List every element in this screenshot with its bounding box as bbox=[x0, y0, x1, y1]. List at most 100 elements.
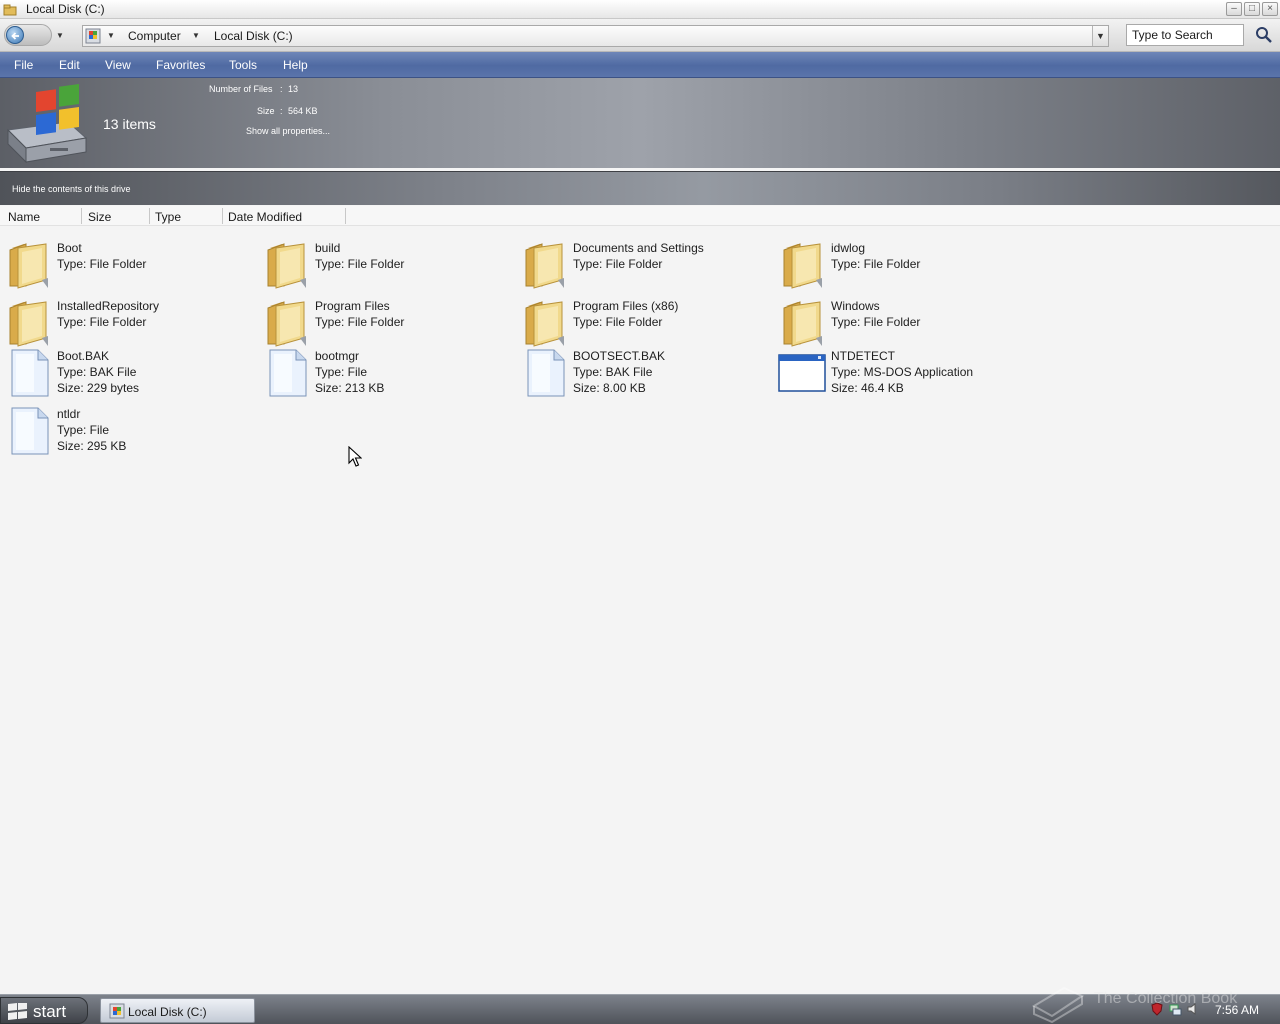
mouse-cursor-icon bbox=[348, 446, 362, 467]
column-name[interactable]: Name bbox=[8, 210, 40, 224]
taskbar-window-label: Local Disk (C:) bbox=[128, 1005, 207, 1019]
file-item[interactable]: ntldr Type: File Size: 295 KB bbox=[0, 406, 250, 462]
folder-icon bbox=[524, 240, 568, 290]
file-name: ntldr bbox=[57, 407, 81, 421]
file-item[interactable]: Program Files (x86) Type: File Folder bbox=[516, 298, 766, 354]
column-divider[interactable] bbox=[345, 208, 346, 224]
number-of-files-value: 13 bbox=[288, 84, 299, 94]
title-bar: Local Disk (C:) – □ × bbox=[0, 0, 1280, 19]
column-divider[interactable] bbox=[222, 208, 223, 224]
file-details: ntldr Type: File Size: 295 KB bbox=[57, 406, 126, 454]
file-type: Type: File Folder bbox=[315, 257, 405, 271]
menu-favorites[interactable]: Favorites bbox=[156, 58, 205, 72]
file-size: Size: 295 KB bbox=[57, 439, 127, 453]
location-dropdown-icon[interactable]: ▼ bbox=[107, 31, 115, 40]
column-type[interactable]: Type bbox=[155, 210, 181, 224]
file-item[interactable]: InstalledRepository Type: File Folder bbox=[0, 298, 250, 354]
menu-tools[interactable]: Tools bbox=[229, 58, 257, 72]
size-value: 564 KB bbox=[288, 106, 318, 116]
file-type: Type: File Folder bbox=[573, 257, 663, 271]
menu-view[interactable]: View bbox=[105, 58, 131, 72]
explorer-window-icon bbox=[3, 4, 17, 16]
menu-edit[interactable]: Edit bbox=[59, 58, 80, 72]
task-pane: Hide the contents of this drive bbox=[0, 171, 1280, 205]
close-button[interactable]: × bbox=[1262, 2, 1278, 16]
start-label: start bbox=[33, 1002, 67, 1021]
file-item[interactable]: Program Files Type: File Folder bbox=[258, 298, 508, 354]
file-type: Type: File Folder bbox=[57, 257, 147, 271]
drive-location-icon bbox=[85, 28, 101, 44]
recent-pages-dropdown-icon[interactable]: ▼ bbox=[56, 31, 64, 40]
file-item[interactable]: idwlog Type: File Folder bbox=[774, 240, 1024, 296]
windows-flag-icon bbox=[8, 1003, 27, 1020]
menu-bar: File Edit View Favorites Tools Help bbox=[0, 52, 1280, 78]
breadcrumb-local-disk[interactable]: Local Disk (C:) bbox=[214, 29, 293, 43]
file-details: Documents and Settings Type: File Folder bbox=[573, 240, 704, 272]
file-name: Documents and Settings bbox=[573, 241, 704, 255]
file-details: build Type: File Folder bbox=[315, 240, 404, 272]
file-size: Size: 213 KB bbox=[315, 381, 385, 395]
file-size: Size: 229 bytes bbox=[57, 381, 140, 395]
file-item[interactable]: Boot Type: File Folder bbox=[0, 240, 250, 296]
file-name: bootmgr bbox=[315, 349, 360, 363]
file-details: Boot Type: File Folder bbox=[57, 240, 146, 272]
folder-icon bbox=[266, 298, 310, 348]
file-item[interactable]: BOOTSECT.BAK Type: BAK File Size: 8.00 KB bbox=[516, 348, 766, 404]
taskbar-window-button[interactable]: Local Disk (C:) bbox=[100, 998, 255, 1023]
file-type: Type: BAK File bbox=[573, 365, 653, 379]
file-name: Program Files (x86) bbox=[573, 299, 679, 313]
column-divider[interactable] bbox=[149, 208, 150, 224]
file-item[interactable]: Windows Type: File Folder bbox=[774, 298, 1024, 354]
explorer-window-icon bbox=[109, 1003, 125, 1019]
file-icon bbox=[8, 406, 52, 456]
folder-icon bbox=[782, 298, 826, 348]
back-arrow-icon bbox=[6, 26, 24, 44]
file-details: InstalledRepository Type: File Folder bbox=[57, 298, 159, 330]
file-icon bbox=[8, 348, 52, 398]
file-item[interactable]: Boot.BAK Type: BAK File Size: 229 bytes bbox=[0, 348, 250, 404]
file-name: build bbox=[315, 241, 341, 255]
window-title: Local Disk (C:) bbox=[26, 2, 105, 16]
column-divider[interactable] bbox=[81, 208, 82, 224]
file-name: InstalledRepository bbox=[57, 299, 160, 313]
hide-contents-link[interactable]: Hide the contents of this drive bbox=[12, 184, 131, 194]
address-bar[interactable]: ▼ Computer ▼ Local Disk (C:) ▼ bbox=[82, 25, 1109, 47]
search-icon[interactable] bbox=[1254, 26, 1274, 44]
file-item[interactable]: Documents and Settings Type: File Folder bbox=[516, 240, 766, 296]
address-dropdown-button[interactable]: ▼ bbox=[1092, 26, 1108, 46]
file-details: NTDETECT Type: MS-DOS Application Size: 46… bbox=[831, 348, 973, 396]
file-details: Program Files Type: File Folder bbox=[315, 298, 404, 330]
file-type: Type: File Folder bbox=[57, 315, 147, 329]
file-name: NTDETECT bbox=[831, 349, 895, 363]
menu-help[interactable]: Help bbox=[283, 58, 308, 72]
file-name: Program Files bbox=[315, 299, 390, 313]
menu-file[interactable]: File bbox=[14, 58, 33, 72]
file-item[interactable]: build Type: File Folder bbox=[258, 240, 508, 296]
watermark-text: The Collection Book bbox=[1094, 990, 1238, 1007]
search-input[interactable]: Type to Search bbox=[1126, 24, 1244, 46]
folder-icon bbox=[524, 298, 568, 348]
prop-separator: : bbox=[280, 84, 283, 94]
file-item[interactable]: bootmgr Type: File Size: 213 KB bbox=[258, 348, 508, 404]
file-type: Type: File Folder bbox=[831, 315, 921, 329]
file-details: bootmgr Type: File Size: 213 KB bbox=[315, 348, 384, 396]
show-all-properties-link[interactable]: Show all properties... bbox=[246, 126, 330, 136]
start-button[interactable]: start bbox=[0, 997, 88, 1024]
file-type: Type: File Folder bbox=[831, 257, 921, 271]
column-size[interactable]: Size bbox=[88, 210, 111, 224]
breadcrumb-computer[interactable]: Computer bbox=[128, 29, 181, 43]
column-date-modified[interactable]: Date Modified bbox=[228, 210, 302, 224]
file-details: idwlog Type: File Folder bbox=[831, 240, 920, 272]
back-button[interactable] bbox=[4, 24, 52, 46]
maximize-button[interactable]: □ bbox=[1244, 2, 1260, 16]
watermark: The Collection Book bbox=[1030, 976, 1270, 1024]
file-details: BOOTSECT.BAK Type: BAK File Size: 8.00 KB bbox=[573, 348, 665, 396]
file-item[interactable]: NTDETECT Type: MS-DOS Application Size: 46… bbox=[774, 348, 1024, 404]
file-size: Size: 8.00 KB bbox=[573, 381, 646, 395]
size-label: Size bbox=[257, 106, 275, 116]
file-name: Boot.BAK bbox=[57, 349, 110, 363]
minimize-button[interactable]: – bbox=[1226, 2, 1242, 16]
breadcrumb-separator-icon[interactable]: ▼ bbox=[192, 31, 200, 40]
details-panel: 13 items Number of Files : 13 Size : 564… bbox=[0, 78, 1280, 168]
file-type: Type: File bbox=[315, 365, 368, 379]
